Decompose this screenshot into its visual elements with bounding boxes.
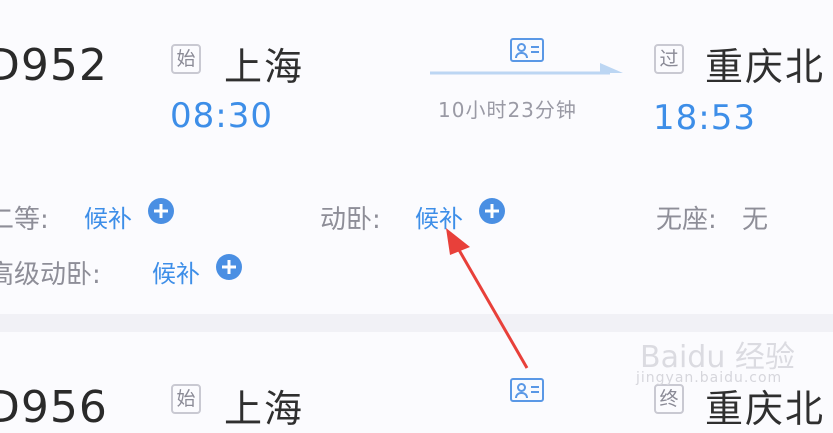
watermark-url: jingyan.baidu.com — [636, 370, 783, 386]
